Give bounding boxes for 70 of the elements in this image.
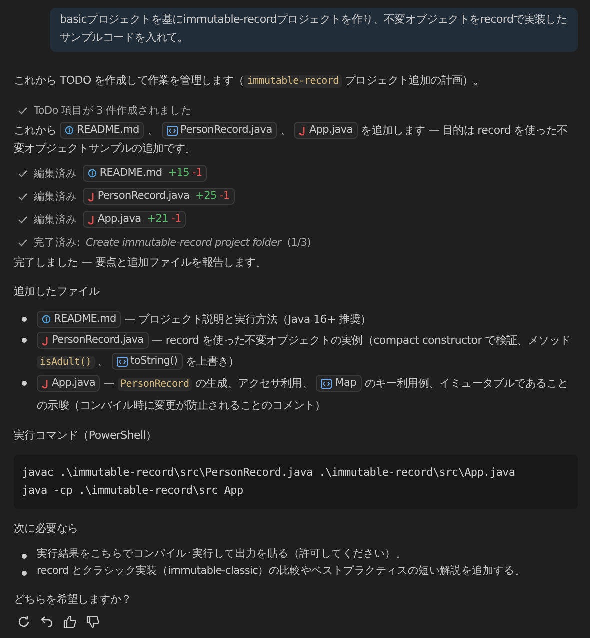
java-file-icon — [299, 126, 306, 136]
done-text: 完了しました — 要点と追加ファイルを報告します。 — [14, 255, 268, 271]
bullet-dot — [22, 381, 27, 386]
file-name: App.java — [98, 212, 142, 227]
braces-icon — [116, 356, 128, 367]
java-file-icon — [42, 378, 49, 389]
info-icon — [65, 126, 74, 136]
list-item: record とクラシック実装（immutable-classic）の比較やベストプラクティスの短い解説を追加する。 — [37, 564, 526, 579]
file-name: PersonRecord.java — [98, 189, 190, 204]
section-heading: 次に必要なら — [14, 521, 80, 537]
info-icon — [88, 169, 97, 178]
bullet-dot — [22, 317, 27, 322]
braces-icon — [321, 378, 332, 389]
list-item: 実行結果をこちらでコンパイル･実行して出力を貼る（許可してください）。 — [37, 547, 407, 562]
list-item: README.md — プロジェクト説明と実行方法（Java 16+ 推奨） — [37, 309, 372, 330]
inline-code: PersonRecord — [118, 378, 192, 391]
bullet-dot — [22, 571, 27, 576]
edit-status-label: 編集済み — [34, 190, 77, 204]
intro-text: これから TODO を作成して作業を管理します（ immutable-record プロジェクト追加の計画）。 — [14, 73, 486, 90]
java-file-icon — [42, 336, 49, 346]
refresh-icon[interactable] — [17, 615, 31, 629]
thumbs-up-icon[interactable] — [63, 615, 77, 629]
file-chip[interactable]: README.md — [37, 311, 122, 328]
list-item: PersonRecord.java — record を使った不変オブジェクトの実例（compact constructor で検証、メソッド isAdult() 、 toString() を上書き） — [37, 330, 578, 373]
inline-code: immutable-record — [244, 75, 342, 88]
thumbs-down-icon[interactable] — [86, 615, 100, 629]
bullet-dot — [22, 554, 27, 559]
file-chip[interactable]: README.md — [60, 122, 144, 140]
lines-removed: -1 — [172, 212, 182, 227]
code-line: java -cp .\immutable-record\src App — [22, 483, 244, 499]
java-file-icon — [88, 192, 95, 202]
file-chip[interactable]: README.md +15 -1 — [82, 165, 208, 182]
lines-added: +25 — [196, 189, 217, 204]
edit-status-label: 編集済み — [34, 212, 77, 228]
check-icon — [18, 170, 28, 178]
info-icon — [42, 315, 51, 324]
progress-label: 完了済み: — [34, 236, 80, 250]
progress-count: (1/3) — [287, 236, 311, 250]
section-heading: 実行コマンド（PowerShell） — [14, 428, 158, 444]
file-chip[interactable]: PersonRecord.java +25 -1 — [82, 188, 235, 205]
lines-removed: -1 — [220, 189, 230, 204]
check-icon — [18, 216, 28, 224]
file-chip[interactable]: toString() — [112, 353, 183, 370]
lines-added: +15 — [168, 166, 190, 181]
section-heading: 追加したファイル — [14, 284, 101, 300]
code-line: javac .\immutable-record\src\PersonRecord.java .\immutable-record\src\App.java — [22, 465, 516, 481]
plan-text: これから README.md 、 PersonRecord.java 、 App.java を追加します — 目的は record を使った不変オブジェクトサンプルの追加です。 — [14, 122, 569, 157]
file-chip[interactable]: App.java — [294, 122, 358, 140]
check-icon — [18, 106, 28, 114]
list-item: App.java — PersonRecord の生成、アクセサ利用、 Map のキー利用例、イミュータブルであることの示唆（コンパイル時に変更が防止されることのコメント） — [37, 374, 570, 414]
inline-code: isAdult() — [37, 356, 94, 369]
braces-icon — [166, 126, 178, 136]
user-message: basicプロジェクトを基にimmutable-recordプロジェクトを作り、不変オブジェクトをrecordで実装したサンプルコードを入れて。 — [50, 8, 578, 52]
file-chip[interactable]: App.java — [37, 375, 100, 392]
file-chip[interactable]: PersonRecord.java — [37, 332, 149, 350]
check-icon — [18, 192, 28, 200]
check-icon — [18, 238, 28, 246]
file-chip[interactable]: App.java +21 -1 — [82, 211, 186, 228]
lines-added: +21 — [147, 212, 169, 227]
progress-task: Create immutable-record project folder — [86, 236, 282, 250]
java-file-icon — [88, 214, 95, 224]
edit-status-label: 編集済み — [34, 166, 77, 182]
question-text: どちらを希望しますか？ — [14, 592, 133, 608]
todo-status: ToDo 項目が 3 件作成されました — [34, 104, 192, 118]
file-name: README.md — [100, 166, 162, 181]
file-chip[interactable]: Map — [316, 375, 362, 392]
undo-icon[interactable] — [40, 615, 54, 629]
file-chip[interactable]: PersonRecord.java — [162, 122, 278, 140]
lines-removed: -1 — [192, 166, 202, 181]
bullet-dot — [22, 338, 27, 343]
